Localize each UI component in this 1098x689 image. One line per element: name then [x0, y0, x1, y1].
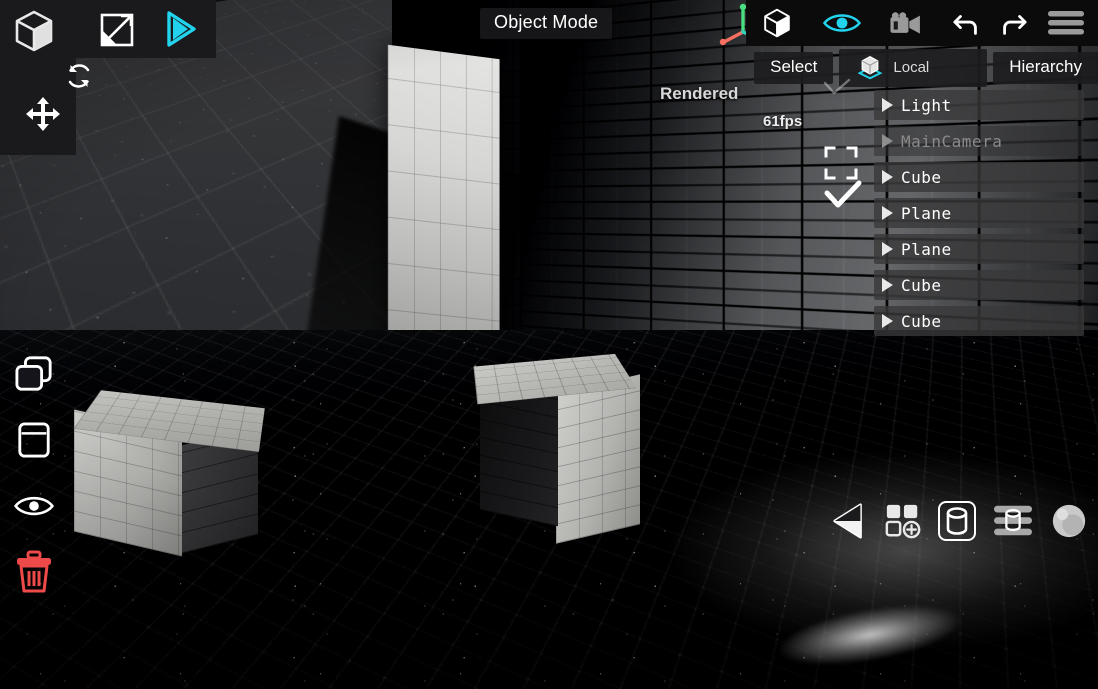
- hierarchy-item-label: Cube: [901, 276, 942, 295]
- hierarchy-button[interactable]: Hierarchy: [993, 52, 1098, 84]
- expand-triangle-icon[interactable]: [882, 206, 893, 220]
- expand-triangle-icon[interactable]: [882, 134, 893, 148]
- top-right-toolbar: [746, 0, 1098, 46]
- expand-triangle-icon[interactable]: [882, 98, 893, 112]
- object-cube-icon[interactable]: [8, 8, 60, 54]
- move-icon[interactable]: [21, 92, 65, 136]
- scene-cube-left: [68, 352, 258, 532]
- render-mode-label: Rendered: [660, 84, 738, 104]
- hierarchy-item-maincamera[interactable]: MainCamera: [874, 126, 1084, 156]
- check-icon-small: [822, 78, 852, 103]
- check-icon[interactable]: [824, 180, 862, 215]
- hierarchy-item-label: Light: [901, 96, 952, 115]
- layers-icon[interactable]: [992, 502, 1034, 540]
- select-label: Select: [770, 57, 817, 77]
- rotate-icon[interactable]: [58, 55, 100, 97]
- object-icon[interactable]: [938, 501, 976, 541]
- hierarchy-item-label: Cube: [901, 312, 942, 331]
- app-root: Object Mode: [0, 0, 1098, 689]
- hierarchy-item-label: Plane: [901, 204, 952, 223]
- trash-icon[interactable]: [12, 550, 56, 594]
- hierarchy-item-cube-3[interactable]: Cube: [874, 306, 1084, 336]
- hierarchy-item-plane-2[interactable]: Plane: [874, 234, 1084, 264]
- hierarchy-item-cube-2[interactable]: Cube: [874, 270, 1084, 300]
- expand-triangle-icon[interactable]: [882, 314, 893, 328]
- shading-cube-icon[interactable]: [746, 0, 808, 46]
- hierarchy-item-cube-1[interactable]: Cube: [874, 162, 1084, 192]
- material-sphere-icon[interactable]: [1050, 502, 1088, 540]
- expand-triangle-icon[interactable]: [882, 278, 893, 292]
- expand-triangle-icon[interactable]: [882, 242, 893, 256]
- eye-visibility-icon[interactable]: [808, 0, 876, 46]
- mode-label: Object Mode: [480, 8, 612, 39]
- shading-triangle-icon[interactable]: [832, 502, 868, 540]
- hierarchy-label: Hierarchy: [1009, 57, 1082, 77]
- hierarchy-item-plane-1[interactable]: Plane: [874, 198, 1084, 228]
- bottom-right-toolbar: [832, 501, 1088, 541]
- fps-label: 61fps: [763, 113, 802, 130]
- transform-space-button[interactable]: Local: [839, 49, 987, 87]
- hierarchy-item-label: Cube: [901, 168, 942, 187]
- paste-icon[interactable]: [12, 418, 56, 462]
- local-space-icon: [855, 54, 885, 80]
- hierarchy-item-label: Plane: [901, 240, 952, 259]
- left-toolbar: [12, 352, 60, 594]
- hierarchy-panel: Light MainCamera Cube Plane Plane Cube C…: [874, 90, 1084, 336]
- play-cursor-icon[interactable]: [160, 9, 202, 49]
- hierarchy-item-label: MainCamera: [901, 132, 1002, 151]
- scale-icon[interactable]: [96, 10, 138, 50]
- undo-icon[interactable]: [936, 0, 984, 46]
- local-space-label: Local: [893, 59, 929, 76]
- menu-icon[interactable]: [1042, 0, 1098, 46]
- duplicate-icon[interactable]: [12, 352, 56, 396]
- hierarchy-item-light[interactable]: Light: [874, 90, 1084, 120]
- camera-icon[interactable]: [876, 0, 936, 46]
- mode-bar: Select Local Hierarchy: [754, 50, 1098, 86]
- add-object-icon[interactable]: [884, 502, 922, 540]
- scene-cube-center: [478, 318, 640, 518]
- eye-icon[interactable]: [12, 484, 56, 528]
- expand-triangle-icon[interactable]: [882, 170, 893, 184]
- redo-icon[interactable]: [984, 0, 1042, 46]
